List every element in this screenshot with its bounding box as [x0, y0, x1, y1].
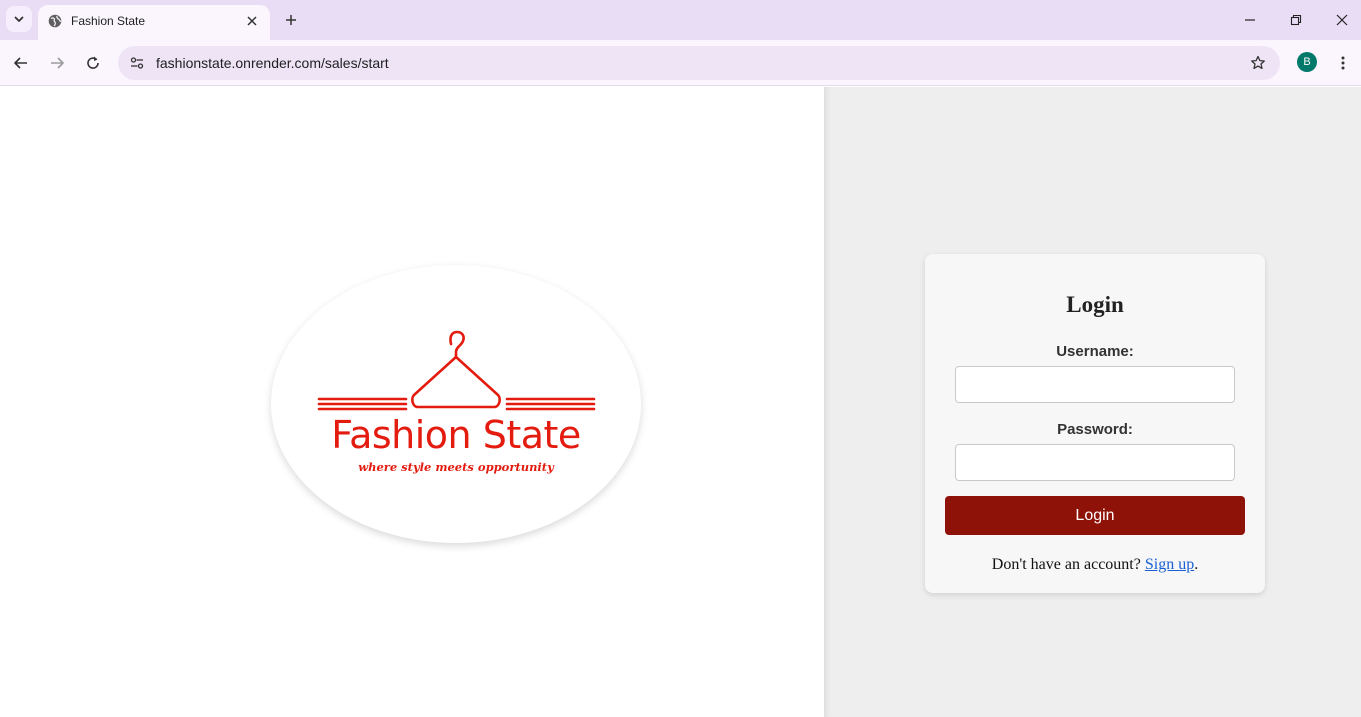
bookmark-button[interactable]: [1248, 53, 1268, 73]
back-button[interactable]: [9, 51, 33, 75]
login-title: Login: [1066, 292, 1124, 317]
globe-icon: [48, 14, 62, 28]
signup-link[interactable]: Sign up: [1145, 556, 1194, 573]
profile-avatar[interactable]: B: [1297, 52, 1317, 72]
url-text[interactable]: fashionstate.onrender.com/sales/start: [156, 55, 389, 71]
close-icon: [247, 16, 257, 26]
tab-search-button[interactable]: [6, 6, 32, 32]
password-input[interactable]: [955, 444, 1235, 481]
browser-menu-button[interactable]: [1333, 51, 1353, 75]
reload-icon: [87, 56, 99, 69]
minimize-icon: [1245, 19, 1255, 21]
tune-icon: [130, 57, 144, 69]
close-window-button[interactable]: [1330, 8, 1354, 32]
brand-name: Fashion State: [331, 413, 581, 457]
username-input[interactable]: [955, 366, 1235, 403]
login-form: Login Username: Password: Login Don't ha…: [925, 254, 1265, 593]
brand-panel: Fashion State where style meets opportun…: [0, 87, 824, 717]
password-label: Password:: [1057, 421, 1133, 438]
plus-icon: [286, 15, 296, 25]
more-vert-icon: [1341, 56, 1345, 70]
active-tab[interactable]: Fashion State: [38, 5, 270, 40]
username-label: Username:: [1056, 343, 1134, 360]
hanger-icon: [317, 330, 596, 411]
new-tab-button[interactable]: [280, 9, 302, 31]
login-button[interactable]: Login: [945, 496, 1245, 535]
tab-strip: Fashion State: [0, 0, 1361, 40]
signup-prompt: Don't have an account? Sign up.: [925, 556, 1265, 574]
forward-arrow-icon: [51, 57, 64, 69]
login-panel: Login Username: Password: Login Don't ha…: [824, 87, 1361, 717]
page-content: Fashion State where style meets opportun…: [0, 87, 1361, 717]
restore-button[interactable]: [1284, 8, 1308, 32]
restore-icon: [1290, 14, 1302, 26]
minimize-button[interactable]: [1238, 8, 1262, 32]
site-settings-button[interactable]: [127, 53, 147, 73]
signup-suffix: .: [1194, 556, 1199, 573]
tab-title: Fashion State: [71, 14, 146, 28]
chevron-down-icon: [14, 16, 24, 22]
back-arrow-icon: [14, 57, 27, 69]
logo: Fashion State where style meets opportun…: [271, 265, 641, 543]
forward-button[interactable]: [45, 51, 69, 75]
address-bar[interactable]: fashionstate.onrender.com/sales/start: [118, 46, 1280, 80]
tab-close-button[interactable]: [242, 11, 262, 31]
reload-button[interactable]: [81, 51, 105, 75]
browser-toolbar: fashionstate.onrender.com/sales/start B: [0, 40, 1361, 86]
brand-tagline: where style meets opportunity: [358, 460, 554, 474]
close-icon: [1336, 14, 1348, 26]
star-icon: [1251, 55, 1265, 70]
signup-prompt-text: Don't have an account?: [991, 556, 1145, 573]
